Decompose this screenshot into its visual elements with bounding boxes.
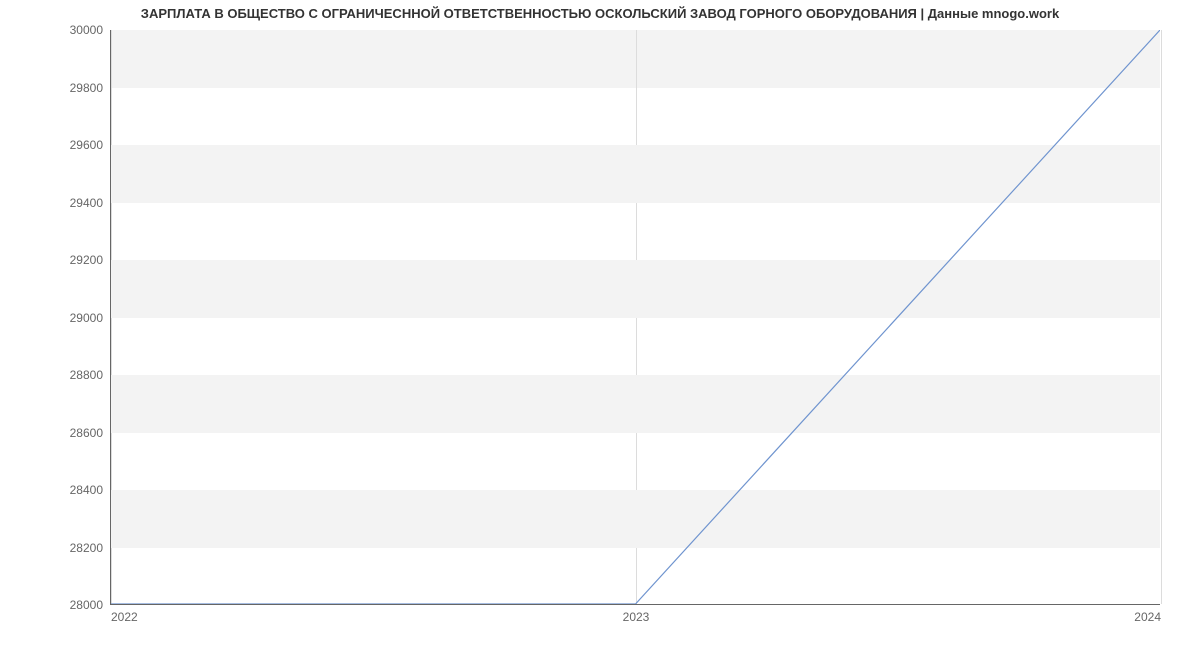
- grid-vertical: [1161, 30, 1162, 604]
- y-tick-label: 29200: [70, 253, 111, 267]
- y-tick-label: 30000: [70, 23, 111, 37]
- y-tick-label: 29800: [70, 81, 111, 95]
- y-tick-label: 29400: [70, 196, 111, 210]
- y-tick-label: 28200: [70, 541, 111, 555]
- y-tick-label: 29600: [70, 138, 111, 152]
- x-tick-label: 2024: [1134, 610, 1161, 624]
- x-tick-label: 2023: [623, 610, 650, 624]
- y-tick-label: 28800: [70, 368, 111, 382]
- series-line: [111, 30, 1160, 604]
- x-tick-label: 2022: [111, 610, 138, 624]
- chart-title: ЗАРПЛАТА В ОБЩЕСТВО С ОГРАНИЧЕСННОЙ ОТВЕ…: [0, 6, 1200, 21]
- line-layer: [111, 30, 1160, 604]
- y-tick-label: 28400: [70, 483, 111, 497]
- plot-area: 2800028200284002860028800290002920029400…: [110, 30, 1160, 605]
- y-tick-label: 28600: [70, 426, 111, 440]
- chart-container: ЗАРПЛАТА В ОБЩЕСТВО С ОГРАНИЧЕСННОЙ ОТВЕ…: [0, 0, 1200, 650]
- y-tick-label: 29000: [70, 311, 111, 325]
- y-tick-label: 28000: [70, 598, 111, 612]
